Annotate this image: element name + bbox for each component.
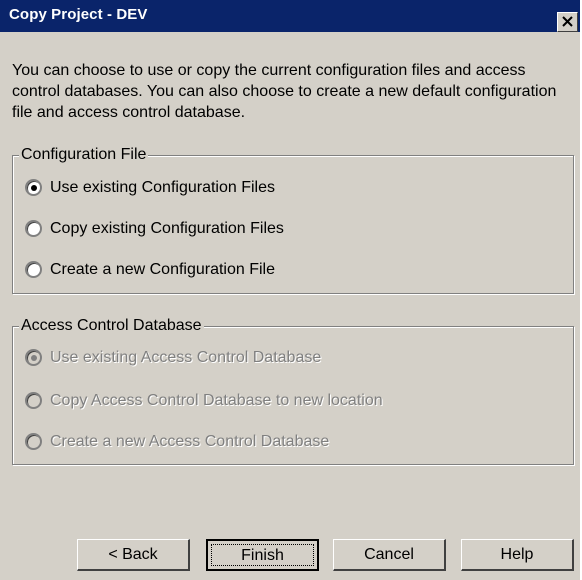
configuration-file-group-title: Configuration File — [19, 145, 149, 165]
radio-selected-dot — [31, 355, 37, 361]
radio-label: Copy Access Control Database to new loca… — [50, 392, 383, 409]
radio-button[interactable] — [25, 220, 42, 237]
radio-label: Use existing Configuration Files — [50, 179, 275, 196]
intro-text: You can choose to use or copy the curren… — [12, 62, 557, 121]
radio-button — [25, 349, 42, 366]
finish-button[interactable]: Finish — [206, 539, 319, 571]
radio-selected-dot — [31, 185, 37, 191]
cancel-button[interactable]: Cancel — [333, 539, 446, 571]
back-button[interactable]: < Back — [77, 539, 190, 571]
copy-project-dialog: Copy Project - DEV You can choose to use… — [0, 0, 580, 580]
title-bar[interactable]: Copy Project - DEV — [0, 0, 580, 32]
radio-button[interactable] — [25, 179, 42, 196]
close-button[interactable] — [557, 12, 578, 32]
radio-label: Use existing Access Control Database — [50, 349, 322, 366]
radio-label: Copy existing Configuration Files — [50, 220, 284, 237]
radio-label: Create a new Access Control Database — [50, 433, 330, 450]
access-control-database-group-title: Access Control Database — [19, 316, 204, 336]
help-button[interactable]: Help — [461, 539, 574, 571]
access-control-database-group: Access Control Database Use existing Acc… — [12, 316, 574, 465]
radio-button[interactable] — [25, 261, 42, 278]
window-title: Copy Project - DEV — [9, 6, 148, 23]
focus-rectangle — [211, 544, 314, 566]
radio-label: Create a new Configuration File — [50, 261, 276, 278]
close-icon — [562, 16, 573, 27]
configuration-file-group: Configuration File Use existing Configur… — [12, 145, 574, 294]
radio-button — [25, 433, 42, 450]
radio-button — [25, 392, 42, 409]
